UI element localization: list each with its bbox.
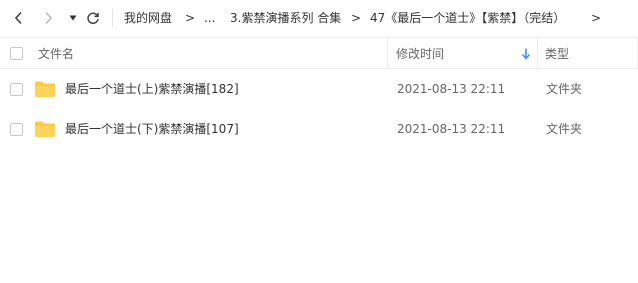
chevron-left-icon — [14, 11, 22, 25]
breadcrumb-series-folder[interactable]: 3.紫禁演播系列 合集 — [230, 11, 341, 25]
file-name[interactable]: 最后一个道士(上)紫禁演播[182] — [65, 82, 239, 96]
caret-down-icon — [69, 15, 77, 21]
column-divider[interactable] — [537, 38, 538, 69]
history-dropdown-button[interactable] — [63, 8, 83, 28]
forward-button[interactable] — [38, 8, 58, 28]
file-type: 文件夹 — [546, 82, 583, 96]
breadcrumb-separator: > — [591, 11, 602, 25]
back-button[interactable] — [9, 8, 29, 28]
breadcrumb-root[interactable]: 我的网盘 — [124, 11, 172, 25]
chevron-right-icon — [45, 11, 53, 25]
breadcrumb-current-folder[interactable]: 47《最后一个道士》【紫禁】（完结） — [370, 11, 565, 25]
breadcrumb-ellipsis[interactable]: ... — [204, 11, 215, 25]
folder-icon — [35, 121, 55, 137]
row-checkbox[interactable] — [10, 123, 23, 136]
file-modified-date: 2021-08-13 22:11 — [397, 122, 506, 136]
file-name[interactable]: 最后一个道士(下)紫禁演播[107] — [65, 122, 239, 136]
column-header-name[interactable]: 文件名 — [38, 47, 74, 61]
file-row[interactable]: 最后一个道士(上)紫禁演播[182] 2021-08-13 22:11 文件夹 — [0, 69, 638, 109]
toolbar-divider — [112, 9, 113, 27]
row-checkbox[interactable] — [10, 83, 23, 96]
refresh-icon — [87, 12, 99, 25]
file-modified-date: 2021-08-13 22:11 — [397, 82, 506, 96]
column-header-row: 文件名 修改时间 类型 — [0, 37, 638, 69]
select-all-checkbox[interactable] — [10, 47, 23, 60]
column-header-type[interactable]: 类型 — [545, 47, 569, 61]
column-header-modified[interactable]: 修改时间 — [396, 47, 444, 61]
file-row[interactable]: 最后一个道士(下)紫禁演播[107] 2021-08-13 22:11 文件夹 — [0, 109, 638, 149]
breadcrumb-separator: > — [185, 11, 196, 25]
sort-descending-icon[interactable] — [520, 47, 532, 61]
column-divider[interactable] — [387, 38, 388, 69]
file-type: 文件夹 — [546, 122, 583, 136]
folder-icon — [35, 81, 55, 97]
refresh-button[interactable] — [83, 8, 103, 28]
breadcrumb-separator: > — [351, 11, 362, 25]
toolbar: 我的网盘 > ... 3.紫禁演播系列 合集 > 47《最后一个道士》【紫禁】（… — [0, 0, 638, 36]
